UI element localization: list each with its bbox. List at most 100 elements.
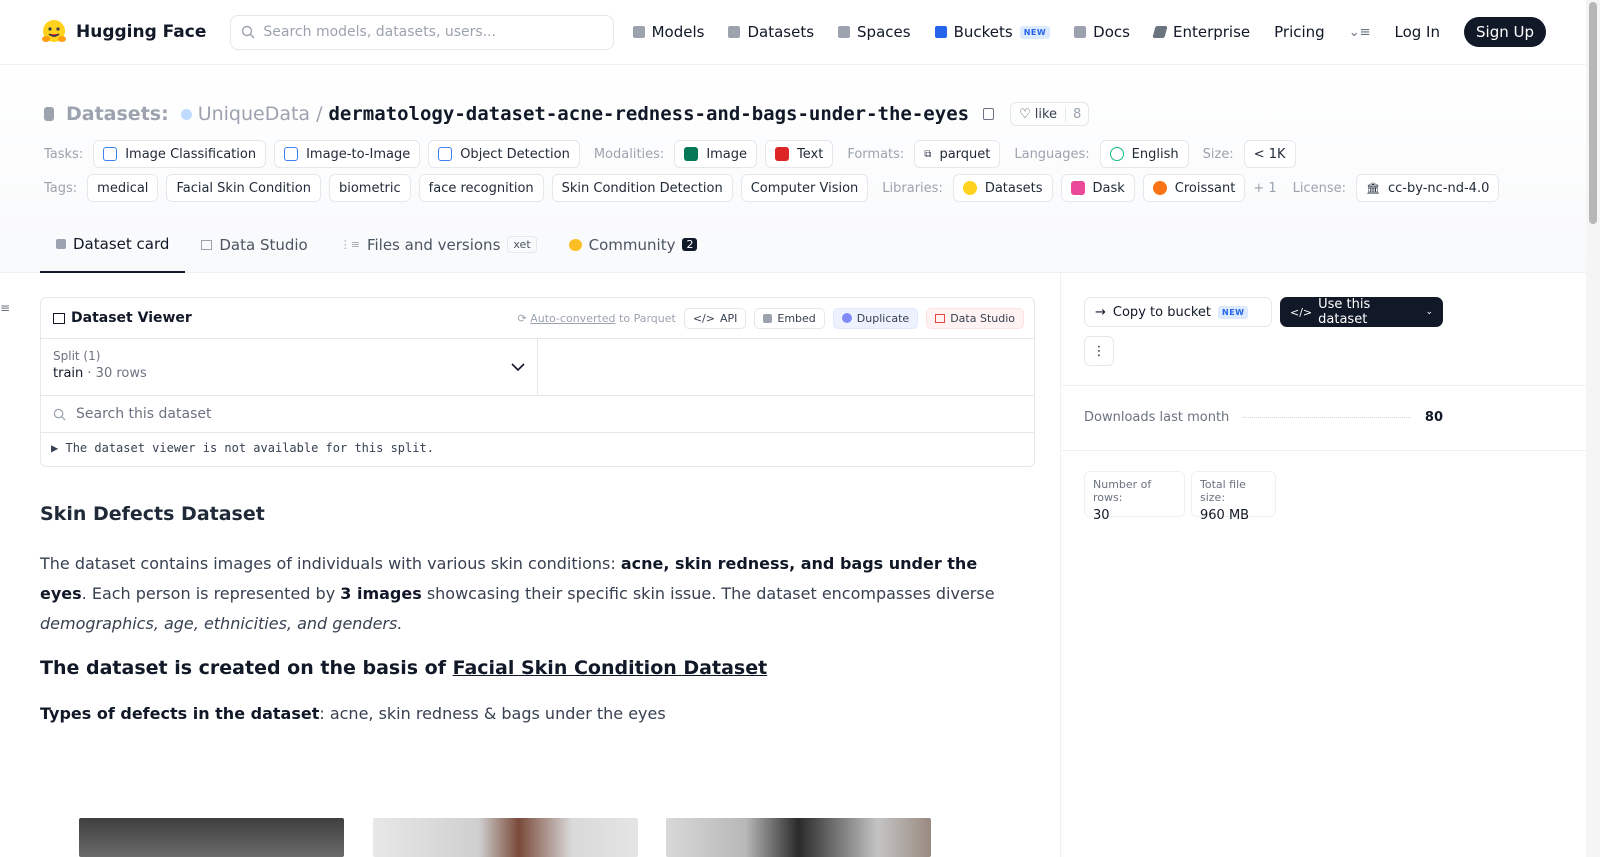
library-chip[interactable]: Dask [1060, 174, 1135, 202]
more-libraries[interactable]: + 1 [1253, 181, 1276, 196]
task-chip[interactable]: Object Detection [428, 140, 580, 168]
tags-row-2: Tags: medical Facial Skin Condition biom… [44, 174, 1500, 202]
dataset-card: Skin Defects Dataset The dataset contain… [40, 503, 1010, 729]
dataset-name[interactable]: dermatology-dataset-acne-redness-and-bag… [328, 103, 969, 125]
nav-docs[interactable]: Docs [1074, 23, 1130, 41]
nav-models[interactable]: Models [632, 23, 704, 41]
like-button[interactable]: ♡ like 8 [1010, 102, 1090, 126]
tab-files-and-versions[interactable]: ⋮≡ Files and versions xet [324, 228, 553, 273]
copy-icon[interactable] [983, 108, 995, 120]
brand[interactable]: Hugging Face [40, 18, 206, 46]
arrow-right-icon: → [1095, 304, 1106, 320]
nav-datasets[interactable]: Datasets [728, 23, 814, 41]
table-icon [201, 239, 213, 250]
scrollbar-thumb[interactable] [1589, 2, 1597, 224]
license-chip-label: cc-by-nc-nd-4.0 [1388, 180, 1490, 196]
nav-pricing[interactable]: Pricing [1274, 23, 1325, 41]
croissant-icon [1152, 181, 1167, 195]
library-chip[interactable]: Croissant [1142, 174, 1246, 202]
tab-community[interactable]: Community 2 [553, 228, 714, 273]
dataset-viewer: Dataset Viewer ⟳ Auto-converted to Parqu… [40, 297, 1035, 467]
parquet-icon: ⧉ [924, 148, 932, 160]
api-button[interactable]: </> API [683, 307, 747, 329]
code-icon: </> [1290, 305, 1313, 319]
language-chip[interactable]: English [1099, 140, 1189, 168]
nav-spaces-label: Spaces [857, 23, 911, 41]
rows-label: Number of rows: [1093, 478, 1152, 504]
org-avatar-icon [180, 108, 192, 120]
nav-spaces[interactable]: Spaces [838, 23, 911, 41]
like-count: 8 [1065, 106, 1088, 122]
tag-chip[interactable]: biometric [328, 174, 411, 202]
source-dataset-link[interactable]: Facial Skin Condition Dataset [453, 657, 768, 679]
modality-chip[interactable]: Image [674, 140, 758, 168]
tab-data-studio[interactable]: Data Studio [185, 228, 323, 273]
files-icon: ⋮≡ [339, 238, 360, 251]
sidebar-toggle-icon[interactable]: ≡ [0, 301, 10, 315]
like-label: like [1034, 106, 1058, 122]
grid-icon [838, 26, 851, 38]
more-options-button[interactable]: ⋮ [1084, 336, 1114, 366]
enterprise-icon [1152, 26, 1168, 38]
defect-types: Types of defects in the dataset: acne, s… [40, 699, 1010, 729]
tag-chip[interactable]: face recognition [418, 174, 544, 202]
size-label: Total file size: [1200, 478, 1246, 504]
image-to-image-icon [284, 147, 299, 161]
sample-image [79, 818, 344, 857]
viewer-unavailable-note[interactable]: ▶ The dataset viewer is not available fo… [41, 433, 1034, 463]
task-chip-label: Object Detection [460, 146, 570, 162]
login-link[interactable]: Log In [1395, 23, 1441, 41]
api-label: API [719, 311, 738, 325]
dataset-search[interactable] [41, 396, 1034, 433]
embed-button[interactable]: Embed [754, 307, 825, 329]
nav-enterprise[interactable]: Enterprise [1152, 23, 1251, 41]
tag-chip[interactable]: medical [87, 174, 159, 202]
nav-enterprise-label: Enterprise [1172, 23, 1251, 41]
data-studio-button[interactable]: Data Studio [926, 307, 1024, 329]
split-rows: 30 rows [95, 366, 147, 381]
refresh-icon: ⟳ [517, 311, 527, 325]
task-chip[interactable]: Image Classification [93, 140, 267, 168]
sidebar-separator [1061, 450, 1586, 451]
copy-to-bucket-button[interactable]: → Copy to bucket NEW [1084, 297, 1272, 327]
duplicate-button[interactable]: Duplicate [832, 307, 919, 329]
tag-chip[interactable]: Computer Vision [740, 174, 869, 202]
size-chip[interactable]: < 1K [1243, 140, 1296, 168]
global-search[interactable] [230, 14, 615, 50]
dataset-search-input[interactable] [76, 406, 476, 422]
nav-buckets-label: Buckets [953, 23, 1013, 41]
nav-docs-label: Docs [1093, 23, 1130, 41]
downloads-stat: Downloads last month 80 [1084, 410, 1443, 425]
signup-button[interactable]: Sign Up [1464, 17, 1546, 47]
heart-icon: ♡ [1019, 106, 1031, 122]
page-scrollbar[interactable] [1586, 0, 1600, 857]
use-this-dataset-button[interactable]: </> Use this dataset ⌄ [1280, 297, 1443, 327]
triangle-right-icon: ▶ [51, 441, 59, 455]
duplicate-label: Duplicate [856, 311, 910, 325]
object-detection-icon [438, 147, 453, 161]
library-chip[interactable]: Datasets [952, 174, 1053, 202]
tag-chip[interactable]: Skin Condition Detection [551, 174, 733, 202]
org-link[interactable]: UniqueData [198, 103, 310, 125]
card-heading: Skin Defects Dataset [40, 503, 265, 525]
code-icon: </> [692, 311, 715, 325]
more-menu-button[interactable]: ⌄≡ [1349, 25, 1371, 40]
split-selector[interactable]: Split (1) train · 30 rows [41, 339, 538, 395]
auto-converted-link[interactable]: Auto-converted [530, 312, 615, 325]
modality-chip-label: Text [797, 146, 824, 162]
task-chip[interactable]: Image-to-Image [274, 140, 421, 168]
tab-dataset-card[interactable]: Dataset card [40, 228, 186, 273]
global-search-input[interactable] [263, 24, 584, 40]
license-chip[interactable]: 🏛 cc-by-nc-nd-4.0 [1356, 174, 1500, 202]
data-studio-icon [935, 313, 946, 323]
viewer-title: Dataset Viewer [53, 310, 192, 326]
nav-datasets-label: Datasets [747, 23, 815, 41]
modality-chip[interactable]: Text [765, 140, 834, 168]
size-stat: Total file size: 960 MB [1191, 471, 1276, 523]
format-chip[interactable]: ⧉ parquet [914, 140, 1001, 168]
tag-chip[interactable]: Facial Skin Condition [166, 174, 321, 202]
p1-f: demographics, age, ethnicities, and gend… [40, 614, 403, 633]
sample-image [373, 818, 638, 857]
p1-d: 3 images [340, 584, 422, 603]
nav-buckets[interactable]: Buckets NEW [934, 23, 1051, 41]
